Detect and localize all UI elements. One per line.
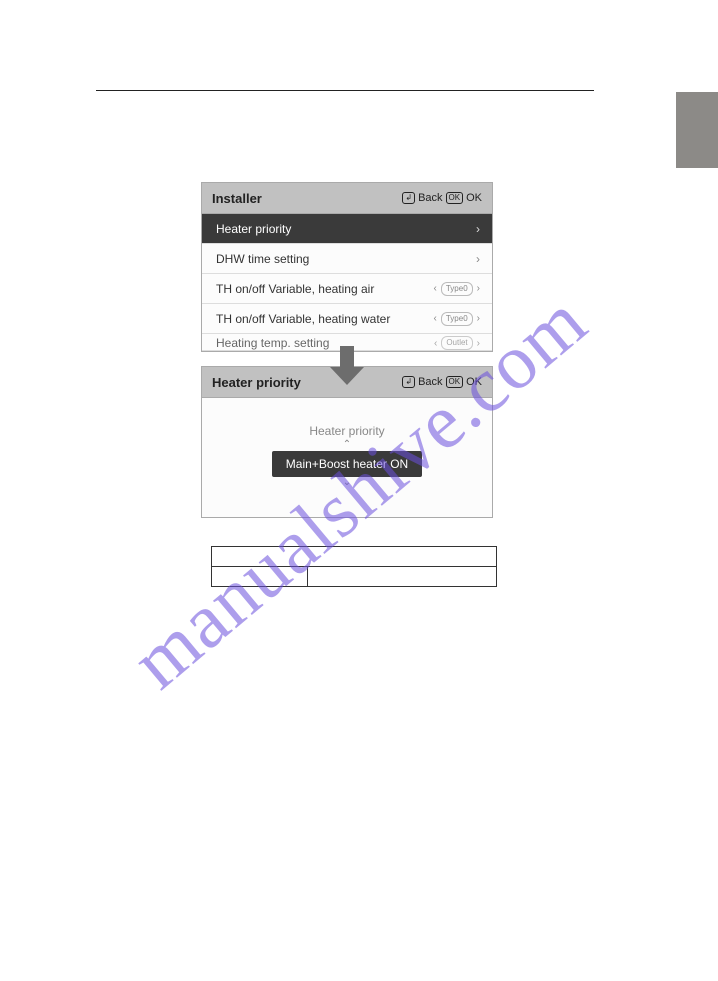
- heater-priority-value[interactable]: Main+Boost heater ON: [272, 451, 422, 477]
- installer-panel: Installer ↲ Back OK OK Heater priority ›…: [201, 182, 493, 352]
- menu-item-th-water[interactable]: TH on/off Variable, heating water ‹ Type…: [202, 304, 492, 334]
- chevron-up-icon[interactable]: ⌃: [202, 440, 492, 450]
- table-header: Heater priority: [212, 547, 497, 567]
- intro-text-2: On the settings screen, select Installer…: [98, 152, 596, 169]
- back-label: Back: [418, 376, 442, 388]
- menu-item-label: TH on/off Variable, heating air: [216, 282, 374, 296]
- back-button[interactable]: ↲ Back: [402, 376, 442, 388]
- menu-item-heater-priority[interactable]: Heater priority ›: [202, 214, 492, 244]
- chevron-right-icon[interactable]: ›: [477, 313, 480, 324]
- menu-item-label: DHW time setting: [216, 252, 309, 266]
- menu-item-label: TH on/off Variable, heating water: [216, 312, 390, 326]
- value-label: Heater priority: [202, 424, 492, 438]
- back-icon: ↲: [402, 192, 415, 204]
- page-edge-tab: [676, 92, 718, 168]
- menu-value: Type0: [441, 312, 473, 326]
- heater-priority-panel: Heater priority ↲ Back OK OK Heater prio…: [201, 366, 493, 518]
- ok-label: OK: [466, 192, 482, 204]
- chevron-left-icon[interactable]: ‹: [434, 313, 437, 324]
- chevron-down-icon[interactable]: ⌄: [202, 478, 492, 488]
- menu-item-label: Heater priority: [216, 222, 291, 236]
- installer-title: Installer: [212, 191, 262, 206]
- chevron-right-icon[interactable]: ›: [477, 338, 480, 349]
- installer-panel-header: Installer ↲ Back OK OK: [202, 183, 492, 214]
- page-footer: English 37: [0, 942, 718, 953]
- table-cell: Default: [212, 567, 308, 587]
- ok-icon: OK: [446, 376, 464, 388]
- ok-button[interactable]: OK OK: [446, 192, 482, 204]
- table-cell: Both heater OFF: [308, 567, 497, 587]
- chevron-right-icon: ›: [476, 222, 480, 236]
- heater-priority-title: Heater priority: [212, 375, 301, 390]
- chevron-left-icon[interactable]: ‹: [434, 283, 437, 294]
- menu-value: Outlet: [441, 336, 472, 350]
- header-rule: [96, 90, 594, 91]
- back-label: Back: [418, 192, 442, 204]
- intro-text-1: Set Heater priority in the settings scre…: [98, 131, 596, 148]
- menu-item-label: Heating temp. setting: [216, 336, 329, 350]
- ok-button[interactable]: OK OK: [446, 376, 482, 388]
- page-heading: Heater priority: [98, 108, 596, 125]
- menu-item-dhw-time[interactable]: DHW time setting ›: [202, 244, 492, 274]
- menu-item-th-air[interactable]: TH on/off Variable, heating air ‹ Type0 …: [202, 274, 492, 304]
- chevron-right-icon: ›: [476, 252, 480, 266]
- back-button[interactable]: ↲ Back: [402, 192, 442, 204]
- chevron-left-icon[interactable]: ‹: [434, 338, 437, 349]
- settings-table: Heater priority Default Both heater OFF …: [211, 546, 497, 587]
- menu-value: Type0: [441, 282, 473, 296]
- chevron-right-icon[interactable]: ›: [477, 283, 480, 294]
- ok-label: OK: [466, 376, 482, 388]
- ok-icon: OK: [446, 192, 464, 204]
- back-icon: ↲: [402, 376, 415, 388]
